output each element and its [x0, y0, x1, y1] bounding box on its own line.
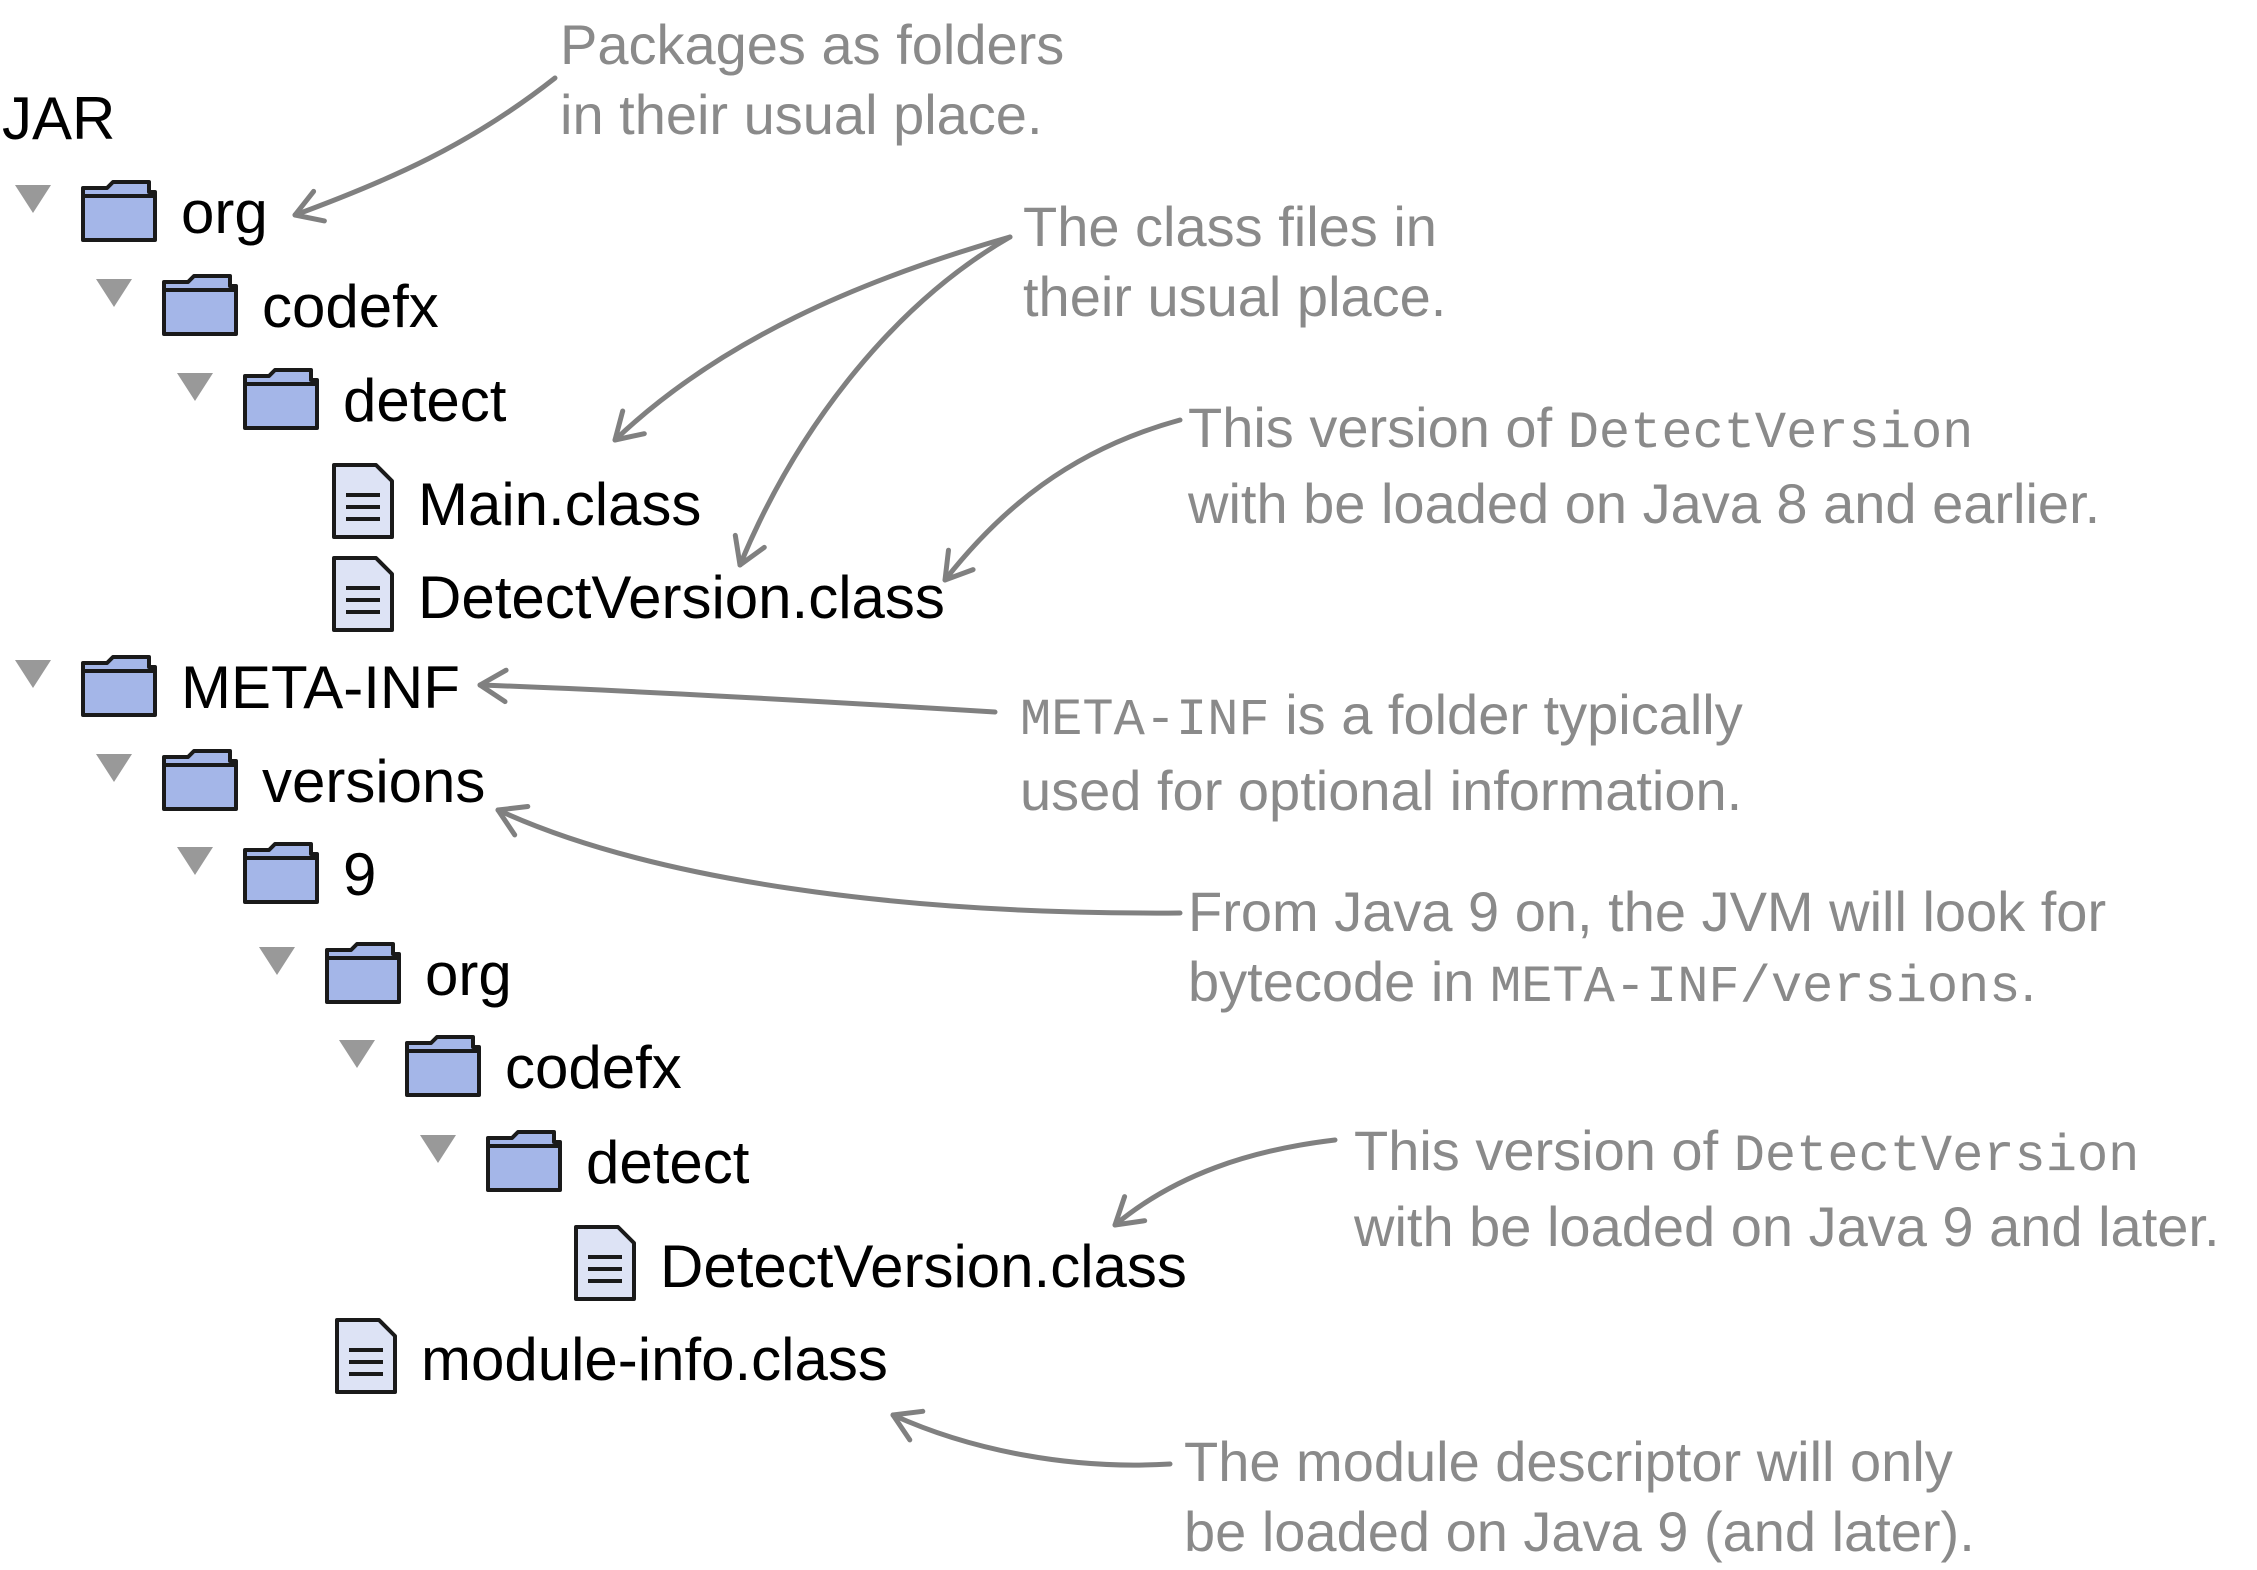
annotation-arrows	[292, 75, 1338, 1468]
annotation-arrow	[292, 75, 558, 218]
annotation-arrow	[890, 1412, 1173, 1468]
jar-structure-diagram: JAR org codefx detect Main.class DetectVersi…	[0, 0, 2257, 1570]
annotation-arrow	[1112, 1137, 1338, 1228]
annotation-arrow	[477, 682, 998, 715]
annotation-arrow	[737, 234, 1013, 568]
annotation-arrow	[612, 234, 1013, 443]
annotation-arrow	[495, 807, 1183, 916]
annotation-arrow	[942, 417, 1183, 583]
